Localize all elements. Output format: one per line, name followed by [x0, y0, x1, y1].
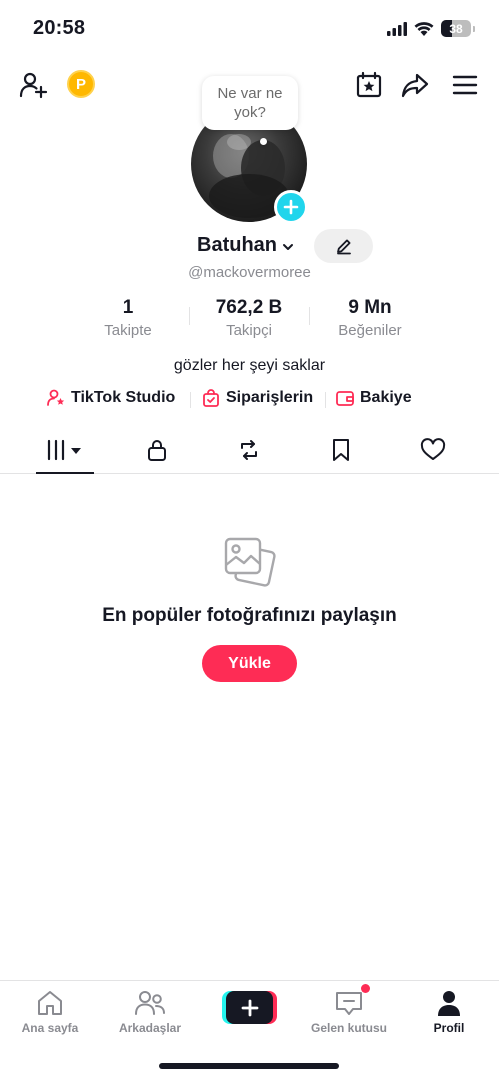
likes-label: Beğeniler	[338, 322, 402, 339]
orders-label: Siparişlerin	[226, 389, 314, 406]
coin-icon[interactable]: P	[67, 70, 95, 98]
nav-inbox-label: Gelen kutusu	[310, 1021, 387, 1035]
name-row: Batuhan	[0, 229, 499, 263]
status-bar: 20:58 38	[0, 0, 499, 56]
shopping-bag-icon	[203, 389, 219, 407]
following-stat[interactable]: 1 Takipte	[68, 297, 188, 339]
plus-icon	[241, 999, 258, 1016]
nav-profile[interactable]: Profil	[399, 989, 499, 1035]
wifi-icon	[414, 22, 434, 36]
upload-button[interactable]: Yükle	[202, 645, 297, 682]
studio-icon	[47, 389, 65, 406]
nav-friends-label: Arkadaşlar	[118, 1021, 182, 1035]
tiktok-studio-label: TikTok Studio	[71, 389, 176, 406]
status-icons: 38	[387, 20, 475, 37]
inbox-icon	[336, 992, 362, 1015]
tiktok-studio-link[interactable]: TikTok Studio	[46, 388, 175, 408]
tab-videos[interactable]	[30, 426, 100, 474]
coin-letter: P	[75, 75, 86, 93]
orders-link[interactable]: Siparişlerin	[201, 388, 313, 408]
user-handle: @mackovermoree	[188, 264, 311, 281]
bio: gözler her şeyi saklar	[173, 357, 326, 374]
empty-state-title: En popüler fotoğrafınızı paylaşın	[102, 605, 397, 626]
nav-inbox[interactable]: Gelen kutusu	[299, 989, 399, 1035]
friends-icon	[135, 991, 165, 1015]
tab-private[interactable]	[122, 426, 192, 473]
chevron-down-icon[interactable]	[281, 240, 295, 254]
stats-row: 1 Takipte 762,2 B Takipçi 9 Mn Beğeniler	[0, 297, 499, 341]
followers-stat[interactable]: 762,2 B Takipçi	[189, 297, 309, 339]
notification-dot	[361, 984, 370, 993]
pencil-icon	[336, 239, 351, 255]
heart-icon	[420, 437, 446, 460]
followers-count: 762,2 B	[215, 297, 283, 318]
calendar-star-icon	[356, 71, 382, 98]
tab-favorites[interactable]	[306, 426, 376, 473]
add-friend-button[interactable]	[16, 68, 50, 102]
battery-level: 38	[449, 21, 463, 36]
followers-label: Takipçi	[226, 322, 272, 339]
wallet-icon	[336, 391, 354, 406]
content-tabs	[0, 426, 499, 474]
bubble-tail	[260, 138, 267, 145]
plus-icon	[283, 199, 299, 215]
link-divider	[325, 392, 326, 408]
status-time: 20:58	[33, 17, 86, 39]
battery-icon: 38	[441, 20, 471, 37]
following-count: 1	[122, 297, 134, 318]
calendar-button[interactable]	[352, 68, 386, 102]
tab-liked[interactable]	[398, 426, 468, 473]
status-bubble[interactable]: Ne var ne yok?	[202, 76, 298, 130]
photos-icon	[224, 537, 276, 587]
repost-icon	[241, 439, 257, 460]
menu-icon	[452, 75, 478, 95]
home-icon	[38, 991, 62, 1015]
profile-links: TikTok Studio Siparişlerin Bakiye	[0, 388, 499, 412]
create-button[interactable]	[222, 991, 277, 1024]
balance-label: Bakiye	[360, 389, 412, 406]
add-avatar-button[interactable]	[274, 190, 308, 224]
signal-icon	[387, 21, 407, 36]
nav-friends[interactable]: Arkadaşlar	[100, 989, 200, 1035]
nav-profile-label: Profil	[433, 1021, 465, 1035]
share-profile-button[interactable]	[398, 68, 432, 102]
lock-icon	[148, 439, 166, 461]
edit-profile-button[interactable]	[314, 229, 373, 263]
nav-home[interactable]: Ana sayfa	[0, 989, 100, 1035]
nav-home-label: Ana sayfa	[21, 1021, 79, 1035]
battery-tip	[473, 25, 475, 32]
tab-reposts[interactable]	[214, 426, 284, 473]
link-divider	[190, 392, 191, 408]
likes-stat[interactable]: 9 Mn Beğeniler	[310, 297, 430, 339]
profile-icon	[438, 991, 460, 1016]
home-indicator	[159, 1063, 339, 1069]
create-button-face	[226, 991, 273, 1024]
balance-link[interactable]: Bakiye	[335, 388, 412, 408]
following-label: Takipte	[104, 322, 152, 339]
likes-count: 9 Mn	[348, 297, 392, 318]
username[interactable]: Batuhan	[197, 234, 277, 257]
bubble-text: Ne var ne yok?	[217, 85, 283, 121]
videos-grid-icon	[47, 439, 81, 460]
share-icon	[401, 73, 429, 98]
bookmark-icon	[333, 438, 349, 461]
menu-button[interactable]	[448, 68, 482, 102]
add-friend-icon	[19, 72, 48, 99]
